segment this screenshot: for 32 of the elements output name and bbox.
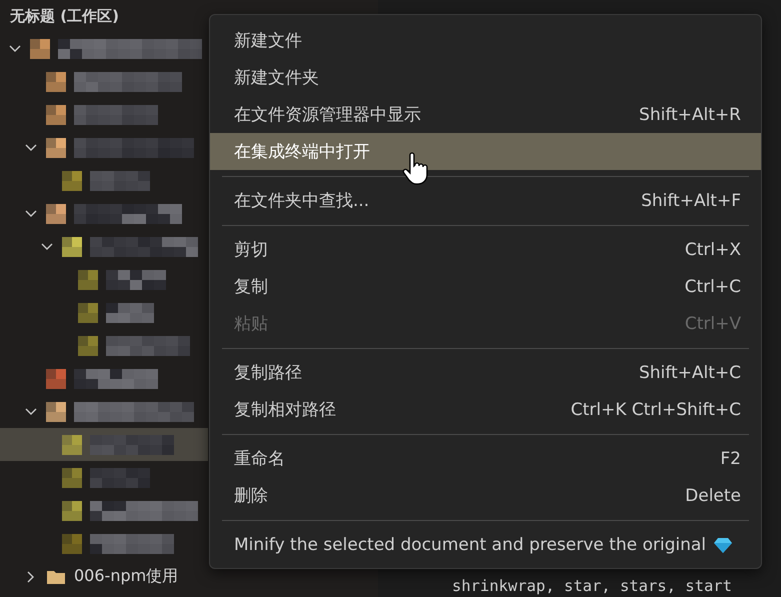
menu-item[interactable]: Minify the selected document and preserve the original — [210, 526, 761, 563]
folder-label: 006-npm使用 — [74, 566, 178, 587]
pixelated-label — [106, 302, 154, 322]
tree-row[interactable] — [0, 428, 208, 461]
workspace-title: 无标题 (工作区) — [8, 6, 120, 26]
menu-item[interactable]: 新建文件 — [210, 22, 761, 59]
tree-row[interactable]: 006-npm使用 — [0, 560, 208, 593]
pixelated-label — [106, 270, 166, 290]
shortcut-text: Shift+Alt+R — [639, 104, 741, 124]
hand-pointer-icon — [402, 152, 430, 186]
pixelated-label — [90, 170, 150, 190]
shortcut-text: F2 — [720, 448, 741, 468]
shortcut-text: Shift+Alt+C — [638, 362, 741, 382]
shortcut-text: Delete — [685, 486, 741, 506]
shortcut-text: Ctrl+V — [684, 314, 741, 334]
shortcut-text: Shift+Alt+F — [641, 190, 741, 210]
menu-item[interactable]: 删除 Delete — [210, 477, 761, 514]
shortcut-text: Ctrl+C — [684, 276, 741, 296]
menu-item[interactable]: 在文件资源管理器中显示 Shift+Alt+R — [210, 96, 761, 133]
shortcut-text: Ctrl+K Ctrl+Shift+C — [570, 400, 741, 420]
menu-item[interactable]: 剪切 Ctrl+X — [210, 231, 761, 268]
code-line: shrinkwrap, star, stars, start — [452, 577, 733, 595]
menu-item[interactable]: 在集成终端中打开 — [210, 133, 761, 170]
menu-item[interactable]: 复制相对路径 Ctrl+K Ctrl+Shift+C — [210, 391, 761, 428]
menu-item[interactable]: 新建文件夹 — [210, 59, 761, 96]
gem-icon — [714, 536, 732, 552]
menu-item[interactable]: 重命名 F2 — [210, 440, 761, 477]
menu-item[interactable]: 复制路径 Shift+Alt+C — [210, 354, 761, 391]
pixelated-label — [90, 468, 150, 488]
menu-item[interactable]: 复制 Ctrl+C — [210, 268, 761, 305]
shortcut-text: Ctrl+X — [684, 240, 741, 260]
menu-item[interactable]: 在文件夹中查找... Shift+Alt+F — [210, 182, 761, 219]
